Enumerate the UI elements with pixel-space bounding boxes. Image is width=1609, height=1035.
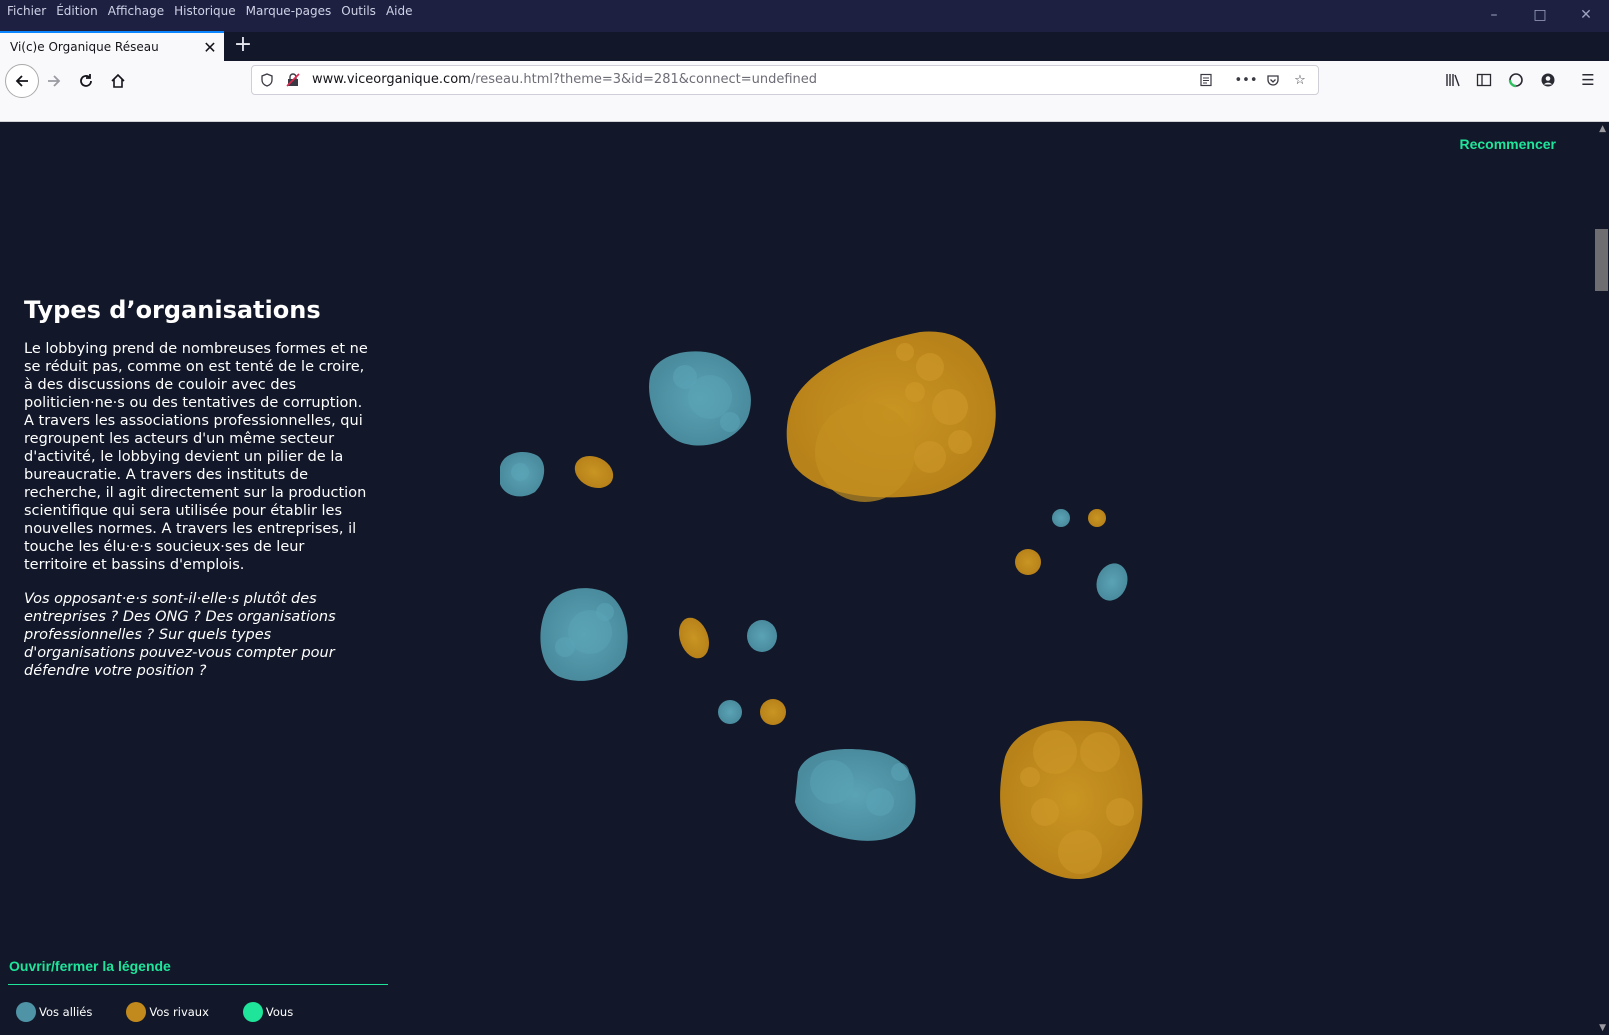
forward-icon[interactable]: [38, 65, 70, 97]
menu-bookmarks[interactable]: Marque-pages: [241, 0, 337, 22]
minimize-icon[interactable]: –: [1471, 0, 1517, 30]
library-icon[interactable]: [1438, 64, 1468, 96]
url-path: /reseau.html?theme=3&id=281&connect=unde…: [470, 72, 817, 87]
intro-panel: Types d’organisations Le lobbying prend …: [24, 296, 369, 696]
page-content: Recommencer Types d’organisations Le lob…: [0, 122, 1609, 1035]
reload-icon[interactable]: [70, 65, 102, 97]
legend-toggle-button[interactable]: Ouvrir/fermer la légende: [9, 958, 171, 974]
navigation-toolbar: www.viceorganique.com/reseau.html?theme=…: [0, 61, 1609, 122]
url-domain: www.viceorganique.com: [312, 72, 471, 87]
insecure-lock-icon[interactable]: [284, 71, 302, 89]
tab-title: Vi(c)e Organique Réseau: [10, 40, 159, 54]
intro-text: Le lobbying prend de nombreuses formes e…: [24, 341, 368, 573]
menu-view[interactable]: Affichage: [103, 0, 169, 22]
rival-node-small-left[interactable]: [570, 450, 619, 494]
sidebar-icon[interactable]: [1469, 64, 1499, 96]
you-dot-icon: [242, 1002, 263, 1022]
menu-edit[interactable]: Édition: [51, 0, 103, 22]
legend-label-allies: Vos alliés: [39, 1005, 93, 1019]
rival-cluster-large-top[interactable]: [786, 331, 996, 502]
legend-label-you: Vous: [265, 1005, 294, 1019]
scroll-thumb[interactable]: [1595, 229, 1608, 291]
legend-divider: [8, 984, 388, 985]
legend-item-rivals: Vos rivaux: [126, 1002, 209, 1022]
legend: Vos alliés Vos rivaux Vous: [16, 1002, 327, 1022]
maximize-icon[interactable]: □: [1517, 0, 1563, 30]
rival-dot-icon: [126, 1002, 147, 1022]
vertical-scrollbar[interactable]: ▲ ▼: [1593, 122, 1609, 1035]
back-icon[interactable]: [5, 64, 39, 98]
account-icon[interactable]: [1533, 64, 1563, 96]
ally-node-small-left[interactable]: [500, 451, 545, 497]
ally-cluster-bottom[interactable]: [795, 749, 916, 841]
ally-node-tiny-bottom[interactable]: [718, 700, 742, 724]
menubar: Fichier Édition Affichage Historique Mar…: [0, 0, 417, 22]
rival-node-tiny-right[interactable]: [1088, 509, 1106, 527]
ally-dot-icon: [16, 1002, 36, 1022]
reader-view-icon[interactable]: [1197, 71, 1215, 89]
menu-history[interactable]: Historique: [169, 0, 241, 22]
scroll-up-icon[interactable]: ▲: [1599, 124, 1606, 134]
menu-help[interactable]: Aide: [381, 0, 418, 22]
hamburger-menu-icon[interactable]: ☰: [1573, 64, 1603, 96]
tab-close-icon[interactable]: ✕: [196, 38, 224, 57]
browser-title-bar: Fichier Édition Affichage Historique Mar…: [0, 0, 1609, 32]
intro-question: Vos opposant·e·s sont-il·elle·s plutôt d…: [24, 591, 336, 679]
ally-cluster-top[interactable]: [649, 351, 751, 446]
legend-label-rivals: Vos rivaux: [149, 1005, 209, 1019]
legend-item-allies: Vos alliés: [16, 1002, 92, 1022]
ally-node-small-mid[interactable]: [747, 620, 777, 652]
ally-node-small-right[interactable]: [1091, 559, 1132, 605]
menu-tools[interactable]: Outils: [336, 0, 381, 22]
url-bar[interactable]: www.viceorganique.com/reseau.html?theme=…: [251, 65, 1319, 95]
menu-file[interactable]: Fichier: [2, 0, 51, 22]
scroll-down-icon[interactable]: ▼: [1599, 1023, 1606, 1033]
rival-cluster-bottom-right[interactable]: [1000, 720, 1143, 880]
more-actions-icon[interactable]: •••: [1235, 71, 1258, 89]
new-tab-icon[interactable]: +: [230, 33, 256, 59]
shield-icon[interactable]: [258, 71, 276, 89]
tab-active[interactable]: Vi(c)e Organique Réseau ✕: [0, 31, 224, 61]
tab-bar: Vi(c)e Organique Réseau ✕ +: [0, 31, 1609, 61]
ally-node-tiny-right[interactable]: [1052, 509, 1070, 527]
ally-cluster-mid-left[interactable]: [540, 588, 628, 681]
restart-button[interactable]: Recommencer: [1460, 136, 1557, 152]
window-controls: – □ ✕: [1471, 0, 1609, 30]
legend-item-you: Vous: [242, 1002, 294, 1022]
bookmark-star-icon[interactable]: ☆: [1291, 71, 1309, 89]
rival-node-tiny-bottom[interactable]: [760, 699, 786, 725]
home-icon[interactable]: [102, 65, 134, 97]
pocket-icon[interactable]: [1264, 71, 1282, 89]
rival-node-small-right[interactable]: [1015, 549, 1041, 575]
close-window-icon[interactable]: ✕: [1563, 0, 1609, 30]
rival-node-small-mid[interactable]: [674, 613, 715, 662]
page-title: Types d’organisations: [24, 296, 321, 324]
sync-icon[interactable]: [1501, 64, 1531, 96]
url-text: www.viceorganique.com/reseau.html?theme=…: [312, 66, 817, 94]
